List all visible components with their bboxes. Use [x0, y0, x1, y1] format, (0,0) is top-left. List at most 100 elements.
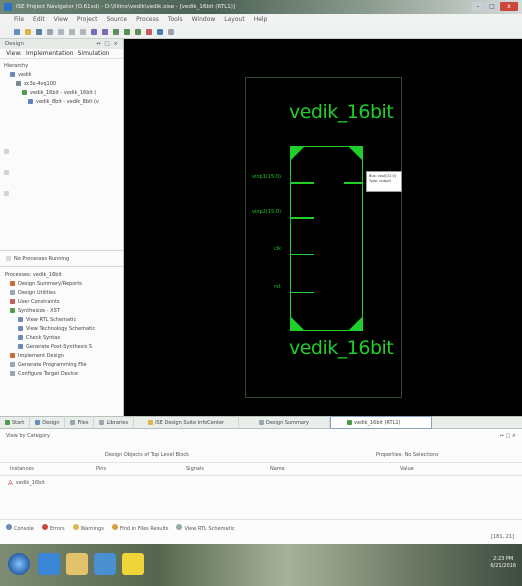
vedik-16bit-block[interactable] — [290, 146, 363, 331]
open-icon[interactable] — [25, 28, 31, 35]
pin-vinp2-line[interactable] — [290, 217, 314, 219]
panel-controls-icon[interactable]: ↔ □ × — [96, 41, 119, 47]
design-panel-header: Design ↔ □ × — [0, 39, 123, 49]
tab-libraries[interactable]: Libraries — [94, 416, 135, 429]
internet-explorer-icon[interactable] — [38, 553, 60, 575]
syntax-icon — [18, 335, 23, 340]
zoom-in-icon[interactable] — [113, 28, 119, 35]
process-item-generate-programming[interactable]: Generate Programming File — [0, 360, 123, 369]
tab-design-summary[interactable]: Design Summary — [239, 416, 330, 429]
pin-vinp1-line[interactable] — [290, 182, 314, 184]
menu-source[interactable]: Source — [106, 16, 127, 23]
paste-icon[interactable] — [80, 28, 86, 35]
process-item-configure[interactable]: Configure Target Device — [0, 369, 123, 378]
tab-view-rtl[interactable]: View RTL Schematic — [176, 524, 235, 532]
pin-vout-line[interactable] — [344, 182, 363, 184]
cursor-coordinates: [181, 21] — [491, 534, 514, 540]
utilities-icon — [10, 290, 15, 295]
menu-view[interactable]: View — [54, 16, 68, 23]
column-name[interactable]: Name — [270, 466, 285, 472]
menu-file[interactable]: File — [14, 16, 24, 23]
menu-window[interactable]: Window — [192, 16, 216, 23]
maximize-button[interactable]: □ — [486, 2, 498, 11]
cut-icon[interactable] — [58, 28, 64, 35]
folder-icon[interactable] — [66, 553, 88, 575]
tree-item-top-module[interactable]: vedik_16bit - vedik_16bit ( — [4, 88, 123, 97]
tab-find-results[interactable]: Find in Files Results — [111, 524, 168, 532]
redo-icon[interactable] — [102, 28, 108, 35]
pin-clk-line[interactable] — [290, 254, 314, 255]
column-instances[interactable]: Instances — [10, 466, 34, 472]
process-item-user-constraints[interactable]: User Constraints — [0, 297, 123, 306]
tray-date: 6/21/2016 — [490, 563, 516, 569]
block-corner-icon — [291, 147, 304, 160]
run-icon[interactable] — [157, 28, 163, 35]
tab-warnings[interactable]: Warnings — [72, 524, 104, 532]
tab-files[interactable]: Files — [65, 416, 95, 429]
menu-process[interactable]: Process — [136, 16, 159, 23]
tree-item-sub-module[interactable]: vedik_8bit - vedik_8bit (v — [4, 97, 123, 106]
ise-app-icon — [4, 3, 12, 11]
tab-errors[interactable]: Errors — [41, 524, 65, 532]
tab-rtl-schematic[interactable]: vedik_16bit (RTL1) — [330, 416, 432, 429]
tab-console[interactable]: Console — [6, 524, 34, 532]
stop-icon[interactable] — [146, 28, 152, 35]
ise-taskbar-icon[interactable] — [122, 553, 144, 575]
processes-section: No Processes Running Processes: vedik_16… — [0, 247, 123, 378]
undo-icon[interactable] — [91, 28, 97, 35]
minimize-button[interactable]: – — [472, 2, 484, 11]
menu-tools[interactable]: Tools — [168, 16, 183, 23]
column-signals[interactable]: Signals — [186, 466, 204, 472]
menu-edit[interactable]: Edit — [33, 16, 45, 23]
close-button[interactable]: x — [500, 2, 518, 11]
copy-icon[interactable] — [69, 28, 75, 35]
console-icon — [6, 524, 12, 530]
menu-layout[interactable]: Layout — [224, 16, 244, 23]
implementation-radio[interactable]: Implementation — [26, 50, 74, 57]
view-by-category[interactable]: View by Category — [6, 433, 50, 439]
block-name-top: vedik_16bit — [289, 101, 394, 123]
system-tray-clock[interactable]: 2:23 PM 6/21/2016 — [490, 556, 516, 570]
menu-project[interactable]: Project — [77, 16, 98, 23]
process-item-design-summary[interactable]: Design Summary/Reports — [0, 279, 123, 288]
block-corner-icon — [349, 147, 362, 160]
tab-infocenter[interactable]: ISE Design Suite InfoCenter — [134, 416, 239, 429]
start-orb-icon[interactable] — [8, 553, 30, 575]
process-item-check-syntax[interactable]: Check Syntax — [0, 333, 123, 342]
process-item-implement[interactable]: Implement Design — [0, 351, 123, 360]
implement-icon — [10, 353, 15, 358]
process-item-view-rtl[interactable]: View RTL Schematic — [0, 315, 123, 324]
process-item-design-utilities[interactable]: Design Utilities — [0, 288, 123, 297]
divider — [0, 250, 123, 251]
divider — [0, 519, 522, 520]
view-label: View: — [6, 50, 22, 57]
menu-help[interactable]: Help — [254, 16, 268, 23]
process-item-synthesize[interactable]: Synthesize - XST — [0, 306, 123, 315]
properties-icon[interactable] — [4, 191, 9, 196]
tab-start[interactable]: Start — [0, 416, 31, 429]
zoom-out-icon[interactable] — [124, 28, 130, 35]
remove-source-icon[interactable] — [4, 170, 9, 175]
column-pins[interactable]: Pins — [96, 466, 106, 472]
save-icon[interactable] — [36, 28, 42, 35]
simulation-radio[interactable]: Simulation — [78, 50, 110, 57]
pin-rst-line[interactable] — [290, 292, 314, 293]
tree-item-project[interactable]: vedik — [4, 70, 123, 79]
add-source-icon[interactable] — [4, 149, 9, 154]
tab-design[interactable]: Design — [30, 416, 66, 429]
panel-controls-icon[interactable]: ↔ □ × — [500, 433, 516, 439]
help-icon[interactable] — [168, 28, 174, 35]
new-icon[interactable] — [14, 28, 20, 35]
process-item-post-synthesis[interactable]: Generate Post-Synthesis S — [0, 342, 123, 351]
process-item-view-tech[interactable]: View Technology Schematic — [0, 324, 123, 333]
instance-row[interactable]: A vedik_16bit — [8, 479, 45, 487]
project-icon — [10, 72, 15, 77]
module-icon — [22, 90, 27, 95]
zoom-fit-icon[interactable] — [135, 28, 141, 35]
tree-item-device[interactable]: xc3s-4vq100 — [4, 79, 123, 88]
media-player-icon[interactable] — [94, 553, 116, 575]
column-value[interactable]: Value — [400, 466, 414, 472]
hierarchy-tree: Hierarchy vedik xc3s-4vq100 vedik_16bit … — [0, 59, 123, 106]
rtl-schematic-canvas[interactable]: vedik_16bit vedik_16bit vinp1(15:0) vinp… — [124, 39, 522, 416]
print-icon[interactable] — [47, 28, 53, 35]
